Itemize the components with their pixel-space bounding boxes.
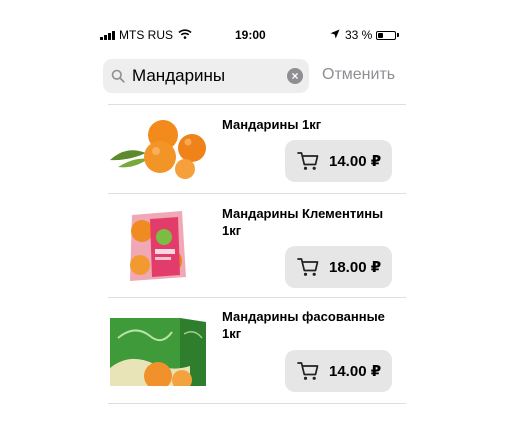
clear-icon[interactable]: × — [287, 68, 303, 84]
status-right: 33 % — [330, 28, 400, 42]
carrier-name: MTS RUS — [119, 28, 173, 42]
product-name: Мандарины фасованные 1кг — [222, 309, 385, 341]
divider — [108, 193, 406, 194]
product-price: 14.00 ₽ — [329, 153, 382, 170]
status-time: 19:00 — [235, 28, 266, 42]
cart-icon — [297, 361, 319, 381]
cart-icon — [297, 257, 319, 277]
product-price: 14.00 ₽ — [329, 363, 382, 380]
battery-percent: 33 % — [345, 28, 373, 42]
divider — [108, 403, 406, 404]
product-price: 18.00 ₽ — [329, 259, 382, 276]
cancel-button[interactable]: Отменить — [322, 66, 395, 84]
product-item[interactable]: Мандарины фасованные 1кг 14.00 ₽ — [108, 306, 406, 398]
product-image-clementines — [126, 209, 188, 283]
product-item[interactable]: Мандарины 1кг 14.00 ₽ — [108, 110, 406, 192]
product-name: Мандарины 1кг — [222, 117, 322, 132]
divider — [108, 104, 406, 105]
battery-icon — [376, 30, 400, 40]
search-bar[interactable]: Мандарины × — [103, 59, 309, 93]
add-to-cart-button[interactable]: 18.00 ₽ — [285, 246, 392, 288]
product-name: Мандарины Клементины 1кг — [222, 206, 384, 238]
product-image-packaged-tangerines — [110, 318, 206, 390]
divider — [108, 297, 406, 298]
status-bar: MTS RUS 19:00 33 % — [0, 28, 513, 48]
location-arrow-icon — [330, 28, 340, 42]
product-image-tangerines — [108, 115, 206, 185]
cart-icon — [297, 151, 319, 171]
add-to-cart-button[interactable]: 14.00 ₽ — [285, 350, 392, 392]
search-icon — [111, 69, 125, 88]
add-to-cart-button[interactable]: 14.00 ₽ — [285, 140, 392, 182]
product-item[interactable]: Мандарины Клементины 1кг 18.00 ₽ — [108, 203, 406, 295]
status-left: MTS RUS — [100, 28, 192, 42]
signal-icon — [100, 30, 116, 40]
battery-fill — [378, 32, 384, 38]
wifi-icon — [178, 28, 192, 42]
search-input[interactable]: Мандарины — [132, 66, 225, 86]
